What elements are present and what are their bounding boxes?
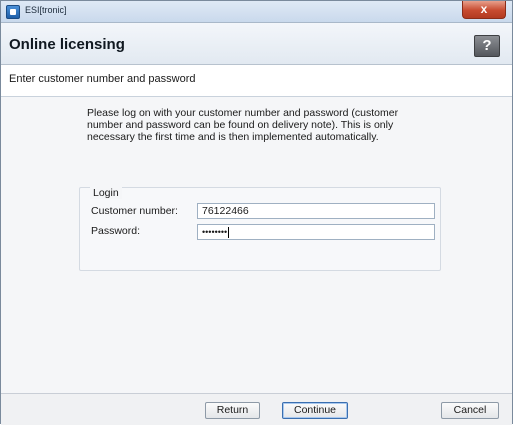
login-group: Login Customer number: 76122466 Password…: [79, 187, 441, 271]
window-title: ESI[tronic]: [25, 5, 67, 15]
customer-number-label: Customer number:: [91, 205, 178, 217]
dialog-header: Online licensing ?: [1, 23, 512, 65]
customer-number-field[interactable]: 76122466: [197, 203, 435, 219]
title-bar: ESI[tronic] x: [1, 1, 512, 23]
content-area: Please log on with your customer number …: [1, 97, 512, 393]
page-title: Online licensing: [9, 36, 125, 53]
close-button[interactable]: x: [462, 1, 506, 19]
customer-number-value: 76122466: [202, 205, 249, 217]
return-button[interactable]: Return: [205, 402, 260, 419]
instruction-text: Enter customer number and password: [9, 73, 196, 85]
licensing-window: ESI[tronic] x Online licensing ? Enter c…: [0, 0, 513, 425]
password-field[interactable]: ••••••••: [197, 224, 435, 240]
button-bar: Return Continue Cancel: [1, 393, 512, 425]
instruction-bar: Enter customer number and password: [1, 65, 512, 97]
password-label: Password:: [91, 225, 141, 237]
text-caret: [228, 226, 230, 238]
continue-button[interactable]: Continue: [282, 402, 348, 419]
password-value: ••••••••: [202, 227, 228, 238]
intro-text: Please log on with your customer number …: [87, 107, 399, 143]
cancel-button[interactable]: Cancel: [441, 402, 499, 419]
help-button[interactable]: ?: [474, 35, 500, 57]
login-legend: Login: [90, 187, 122, 199]
app-icon: [6, 5, 20, 19]
